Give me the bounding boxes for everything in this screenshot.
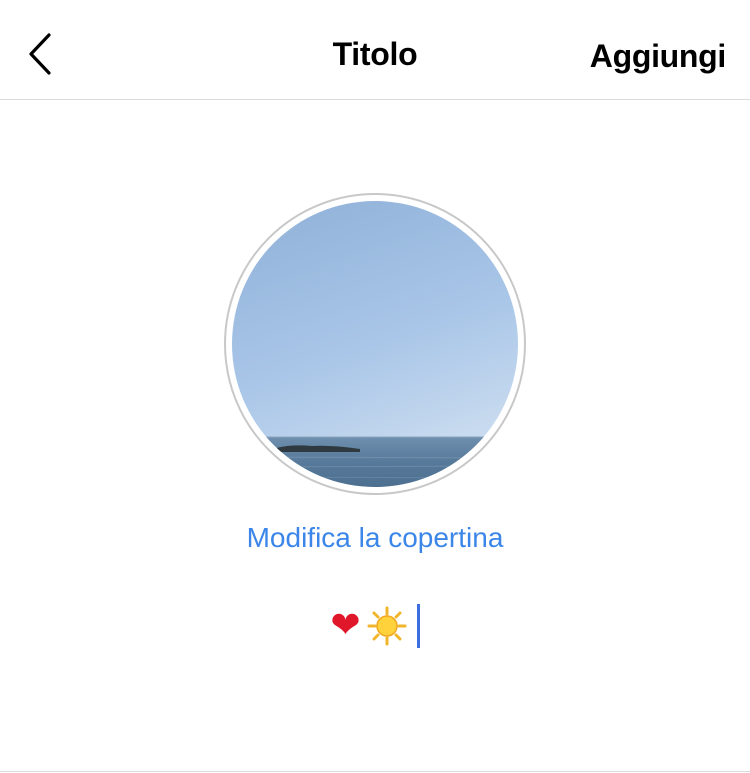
top-navigation-bar: Titolo Aggiungi	[0, 0, 750, 100]
title-input[interactable]: ❤	[0, 600, 750, 652]
add-button[interactable]: Aggiungi	[590, 36, 727, 76]
heart-emoji: ❤	[330, 605, 361, 646]
cover-photo	[232, 201, 518, 487]
edit-cover-link[interactable]: Modifica la copertina	[0, 520, 750, 556]
bottom-divider	[0, 771, 750, 772]
back-button[interactable]	[18, 26, 62, 82]
chevron-left-icon	[27, 32, 53, 76]
cover-image-frame[interactable]	[224, 193, 526, 495]
text-cursor	[416, 604, 420, 648]
sun-emoji	[367, 606, 407, 646]
